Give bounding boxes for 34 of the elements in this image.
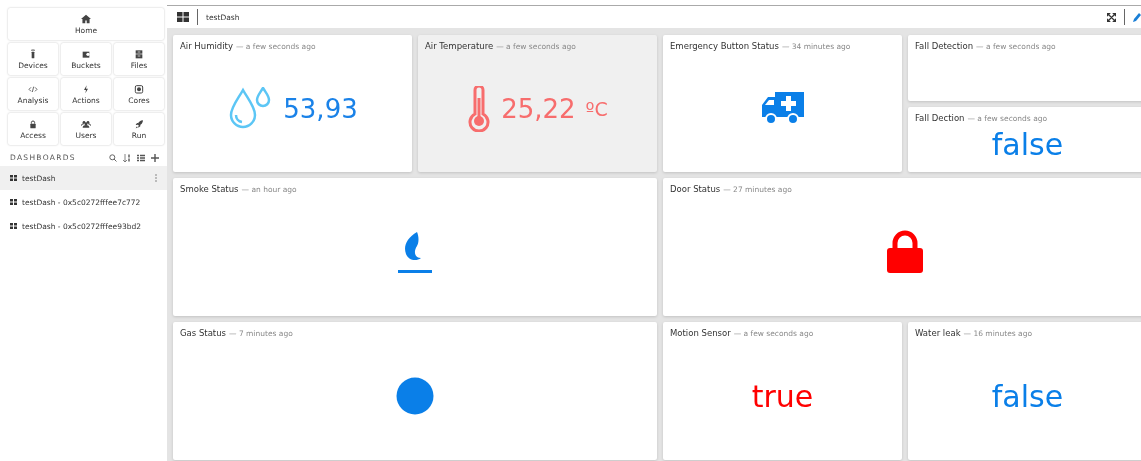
add-icon[interactable] (151, 153, 159, 162)
nav-icon (134, 83, 144, 94)
pencil-icon[interactable] (1133, 12, 1141, 22)
widget-title: Smoke Status (180, 184, 239, 194)
nav-icon (28, 118, 38, 129)
home-icon (81, 13, 91, 24)
widget-value: false (991, 378, 1064, 414)
widget-title: Gas Status (180, 328, 226, 338)
grid-icon (10, 223, 17, 229)
nav-icon (134, 118, 144, 129)
sort-icon[interactable] (123, 153, 131, 162)
search-icon[interactable] (109, 153, 117, 162)
unit-label: ºC (585, 97, 608, 120)
fullscreen-icon[interactable] (1107, 12, 1116, 22)
widget-title: Air Temperature (425, 41, 494, 51)
widget-title: Fall Dection (915, 112, 965, 123)
widget-title: Door Status (670, 184, 721, 194)
widget-title: Water leak (915, 328, 961, 338)
widget-value: 25,22 (501, 93, 576, 124)
widget-value: true (751, 378, 814, 414)
thermometer-icon (467, 85, 492, 132)
nav-icon (134, 48, 144, 59)
grid-icon (10, 199, 17, 205)
nav-icon (81, 118, 91, 129)
widget-title: Fall Detection (915, 41, 974, 51)
widget-title: Air Humidity (180, 41, 233, 51)
widget-title: Motion Sensor (670, 328, 731, 338)
widget-title: Emergency Button Status (670, 41, 779, 51)
list-icon[interactable] (137, 153, 145, 162)
grid-icon (10, 175, 17, 181)
nav-icon (28, 48, 38, 59)
dashboard-grid-icon[interactable] (177, 12, 189, 22)
widget-value: false (991, 126, 1064, 162)
widget-value: 53,93 (283, 93, 358, 124)
